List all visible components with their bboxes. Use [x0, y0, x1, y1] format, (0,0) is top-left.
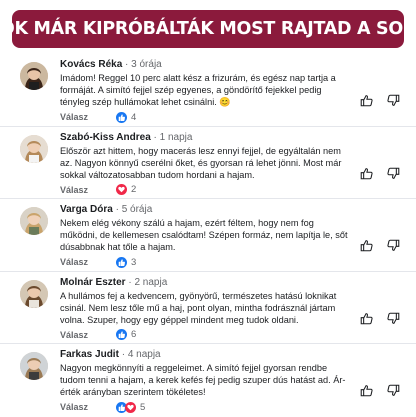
commenter-name[interactable]: Molnár Eszter: [60, 277, 126, 288]
reply-button[interactable]: Válasz: [60, 402, 88, 412]
vote-buttons: [360, 384, 400, 397]
avatar[interactable]: [20, 207, 48, 235]
reply-button[interactable]: Válasz: [60, 257, 88, 267]
comment-item: Farkas Judit · 4 napja Nagyon megkönnyít…: [0, 344, 416, 417]
comment-text: Nagyon megkönnyíti a reggeleimet. A simí…: [60, 363, 346, 398]
time-separator: ·: [122, 59, 132, 70]
comment-time[interactable]: 5 órája: [122, 204, 153, 215]
vote-buttons: [360, 239, 400, 252]
reaction-count: 2: [131, 184, 137, 195]
comment-header: Szabó-Kiss Andrea · 1 napja: [60, 132, 192, 143]
reaction-count: 3: [131, 256, 137, 268]
comment-text: Nekem elég vékony szálú a hajam, ezért f…: [60, 218, 348, 253]
vote-buttons: [360, 94, 400, 107]
vote-buttons: [360, 167, 400, 180]
thumbs-up-icon: [116, 329, 128, 340]
commenter-name[interactable]: Farkas Judit: [60, 349, 119, 360]
banner-title: ŐK MÁR KIPRÓBÁLTÁK MOST RAJTAD A SOR: [0, 10, 416, 48]
comment-item: Molnár Eszter · 2 napja A hullámos fej a…: [0, 272, 416, 344]
comment-actions: Válasz 4: [60, 111, 136, 123]
comment-actions: Válasz 3: [60, 256, 136, 268]
thumbs-up-icon: [116, 256, 128, 268]
comment-header: Molnár Eszter · 2 napja: [60, 277, 167, 288]
reply-button[interactable]: Válasz: [60, 185, 88, 195]
thumbs-down-icon[interactable]: [387, 312, 400, 325]
thumbs-up-icon[interactable]: [360, 239, 373, 252]
comment-header: Varga Dóra · 5 órája: [60, 204, 152, 215]
reaction-summary[interactable]: 3: [116, 256, 137, 268]
reaction-summary[interactable]: 4: [116, 111, 137, 123]
comment-time[interactable]: 2 napja: [134, 277, 167, 288]
heart-icon: [125, 401, 137, 413]
comment-actions: Válasz 5: [60, 401, 145, 413]
thumbs-down-icon[interactable]: [387, 239, 400, 252]
commenter-name[interactable]: Szabó-Kiss Andrea: [60, 132, 151, 143]
time-separator: ·: [118, 349, 128, 360]
comment-text: Először azt hittem, hogy macerás lesz en…: [60, 145, 342, 180]
comment-time[interactable]: 3 órája: [131, 59, 162, 70]
comment-item: Szabó-Kiss Andrea · 1 napja Először azt …: [0, 127, 416, 199]
thumbs-up-icon[interactable]: [360, 312, 373, 325]
thumbs-up-icon: [116, 111, 128, 123]
comment-header: Farkas Judit · 4 napja: [60, 349, 161, 360]
avatar[interactable]: [20, 62, 48, 90]
thumbs-down-icon[interactable]: [387, 167, 400, 180]
comment-time[interactable]: 1 napja: [160, 132, 193, 143]
comment-text: A hullámos fej a kedvencem, gyönyörű, te…: [60, 290, 337, 325]
comment-header: Kovács Réka · 3 órája: [60, 59, 162, 70]
reply-button[interactable]: Válasz: [60, 330, 88, 340]
thumbs-down-icon[interactable]: [387, 384, 400, 397]
reaction-count: 4: [131, 111, 137, 123]
thumbs-up-icon[interactable]: [360, 167, 373, 180]
time-separator: ·: [150, 131, 160, 143]
time-separator: ·: [112, 204, 122, 215]
heart-icon: [116, 184, 128, 195]
comment-item: Kovács Réka · 3 órája Imádom! Reggel 10 …: [0, 54, 416, 127]
reaction-summary[interactable]: 6: [116, 329, 136, 340]
commenter-name[interactable]: Kovács Réka: [60, 59, 122, 70]
thumbs-down-icon[interactable]: [387, 94, 400, 107]
comment-time[interactable]: 4 napja: [128, 349, 161, 360]
reaction-count: 6: [131, 329, 137, 340]
reaction-summary[interactable]: 5: [116, 401, 146, 413]
thumbs-up-icon[interactable]: [360, 384, 373, 397]
comment-actions: Válasz 6: [60, 329, 136, 341]
comment-list: Kovács Réka · 3 órája Imádom! Reggel 10 …: [0, 54, 416, 417]
comment-actions: Válasz 2: [60, 184, 136, 196]
thumbs-up-icon[interactable]: [360, 94, 373, 107]
comment-text: Imádom! Reggel 10 perc alatt kész a friz…: [60, 73, 336, 108]
vote-buttons: [360, 312, 400, 325]
comment-item: Varga Dóra · 5 órája Nekem elég vékony s…: [0, 199, 416, 272]
reply-button[interactable]: Válasz: [60, 112, 88, 122]
reaction-summary[interactable]: 2: [116, 184, 136, 195]
avatar[interactable]: [20, 134, 48, 163]
avatar[interactable]: [20, 352, 48, 380]
commenter-name[interactable]: Varga Dóra: [60, 204, 113, 215]
reaction-count: 5: [140, 401, 146, 413]
avatar[interactable]: [20, 279, 48, 308]
